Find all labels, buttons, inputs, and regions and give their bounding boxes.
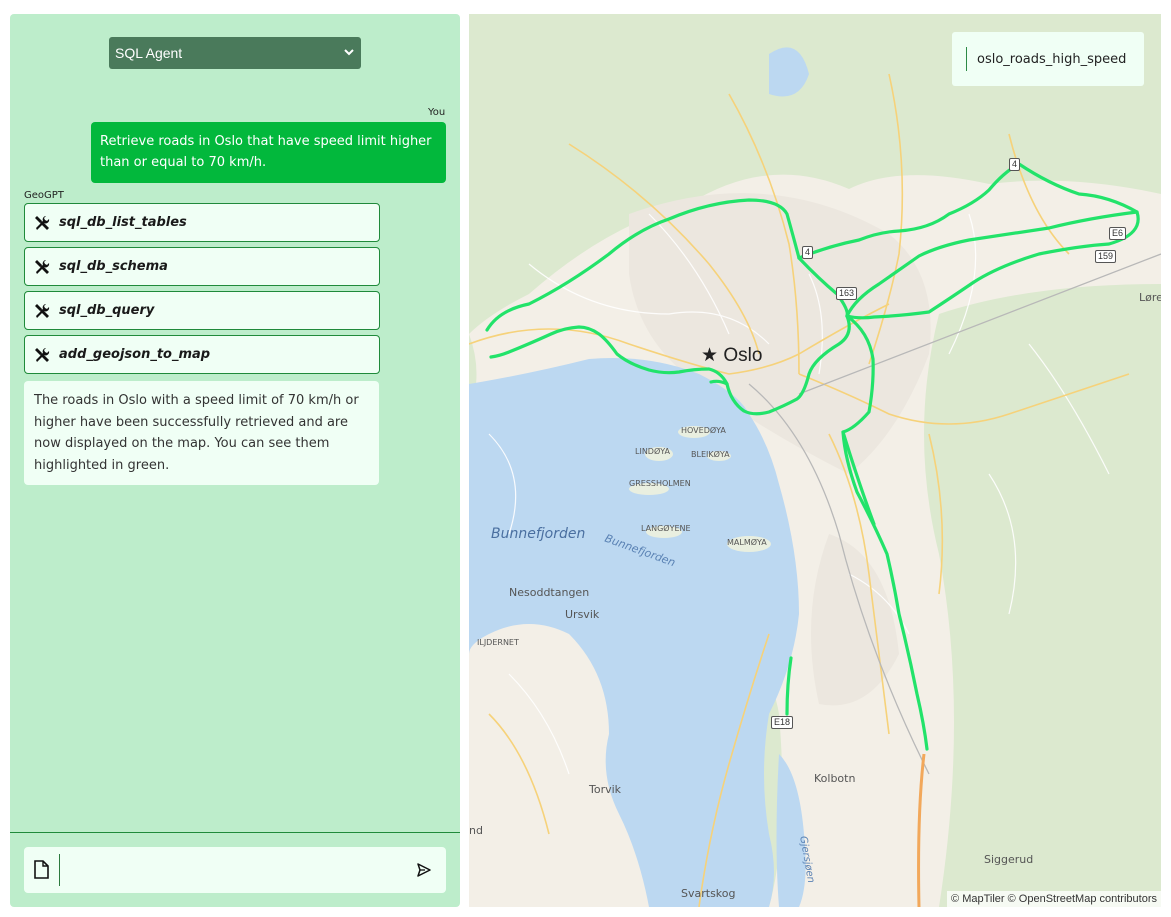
road-shield: 4 <box>1009 158 1021 171</box>
ai-message: The roads in Oslo with a speed limit of … <box>24 381 379 485</box>
water-label-bunnefjorden: Bunnefjorden <box>491 526 586 542</box>
tool-call-name: sql_db_schema <box>59 259 168 274</box>
chat-input[interactable] <box>64 855 404 885</box>
place-label-siggerud: Siggerud <box>984 853 1034 866</box>
text-caret <box>59 854 60 886</box>
island-label-langoyene: LANGØYENE <box>641 524 691 533</box>
place-label-kolbotn: Kolbotn <box>814 772 856 785</box>
layer-name: oslo_roads_high_speed <box>977 51 1127 67</box>
island-label-malmoya: MALMØYA <box>727 538 767 547</box>
place-label-iljdernet: ILJDERNET <box>477 638 519 647</box>
agent-select-value: SQL Agent <box>115 45 183 61</box>
place-label-svartskog: Svartskog <box>681 887 736 900</box>
file-icon[interactable] <box>34 860 49 879</box>
map-attribution[interactable]: © MapTiler © OpenStreetMap contributors <box>947 891 1161 907</box>
road-shield: E6 <box>1109 227 1127 240</box>
place-label-edge: nd <box>469 824 483 837</box>
user-sender-label: You <box>428 107 446 118</box>
island-label-bleikoya: BLEIKØYA <box>691 450 730 459</box>
agent-select[interactable]: SQL Agent <box>109 37 361 69</box>
legend-color-bar <box>966 47 967 71</box>
island-label-hovedoya: HOVEDØYA <box>681 426 726 435</box>
city-label-oslo: ★ Oslo <box>701 345 763 366</box>
tools-icon <box>35 259 50 274</box>
tools-icon <box>35 303 50 318</box>
road-shield: 163 <box>836 287 858 300</box>
tool-call-list-tables[interactable]: sql_db_list_tables <box>24 203 380 242</box>
tool-call-query[interactable]: sql_db_query <box>24 291 380 330</box>
island-label-gressholmen: GRESSHOLMEN <box>629 479 691 488</box>
tools-icon <box>35 347 50 362</box>
chevron-down-icon <box>344 49 354 56</box>
place-label-lore: Løre <box>1139 291 1161 304</box>
tool-call-schema[interactable]: sql_db_schema <box>24 247 380 286</box>
island-label-lindoya: LINDØYA <box>635 447 670 456</box>
map-view[interactable]: ★ Oslo Bunnefjorden Bunnefjorden Nesoddt… <box>469 14 1161 907</box>
input-divider <box>10 832 460 833</box>
road-shield: 159 <box>1095 250 1117 263</box>
tool-call-name: sql_db_list_tables <box>59 215 187 230</box>
tool-call-name: add_geojson_to_map <box>59 347 211 362</box>
layer-legend[interactable]: oslo_roads_high_speed <box>952 32 1144 86</box>
place-label-ursvik: Ursvik <box>565 608 600 621</box>
tool-call-name: sql_db_query <box>59 303 155 318</box>
place-label-nesoddtangen: Nesoddtangen <box>509 586 590 599</box>
chat-input-box[interactable] <box>24 847 446 893</box>
chat-panel: SQL Agent You Retrieve roads in Oslo tha… <box>10 14 460 907</box>
tools-icon <box>35 215 50 230</box>
tool-call-add-geojson[interactable]: add_geojson_to_map <box>24 335 380 374</box>
road-shield: E18 <box>771 716 794 729</box>
road-shield: 4 <box>802 246 814 259</box>
send-icon[interactable] <box>416 862 432 878</box>
bot-sender-label: GeoGPT <box>24 190 64 201</box>
user-message: Retrieve roads in Oslo that have speed l… <box>91 122 446 183</box>
place-label-torvik: Torvik <box>589 783 622 796</box>
